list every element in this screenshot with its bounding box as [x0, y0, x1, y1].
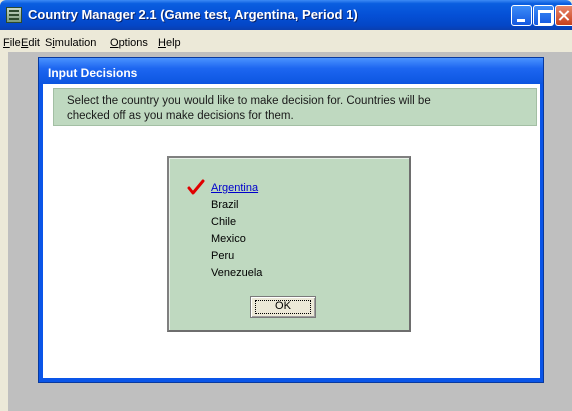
country-item-venezuela[interactable]: Venezuela — [211, 267, 262, 279]
window-title: Country Manager 2.1 (Game test, Argentin… — [28, 7, 358, 22]
input-decisions-dialog: Input Decisions Select the country you w… — [38, 57, 544, 383]
menu-options[interactable]: Options — [110, 37, 148, 49]
menu-bar: File Edit Simulation Options Help — [0, 30, 572, 52]
dialog-title-bar[interactable]: Input Decisions — [39, 58, 543, 84]
ok-button-label: OK — [275, 300, 291, 312]
title-bar[interactable]: Country Manager 2.1 (Game test, Argentin… — [0, 0, 572, 30]
country-item-peru[interactable]: Peru — [211, 250, 234, 262]
instructions-text: Select the country you would like to mak… — [67, 94, 527, 124]
instructions-line-2: checked off as you make decisions for th… — [67, 110, 294, 122]
checkmark-icon — [187, 179, 205, 195]
country-item-mexico[interactable]: Mexico — [211, 233, 246, 245]
instructions-line-1: Select the country you would like to mak… — [67, 95, 431, 107]
dialog-body: Select the country you would like to mak… — [43, 84, 540, 378]
minimize-button[interactable] — [511, 5, 532, 26]
close-button[interactable] — [555, 5, 572, 26]
instructions-box: Select the country you would like to mak… — [53, 88, 537, 126]
country-list-panel: Argentina Brazil Chile Mexico Peru Venez… — [167, 156, 411, 332]
dialog-title: Input Decisions — [48, 66, 138, 80]
menu-file[interactable]: File — [3, 37, 21, 49]
menu-edit[interactable]: Edit — [21, 37, 40, 49]
maximize-button[interactable] — [533, 5, 554, 26]
country-item-chile[interactable]: Chile — [211, 216, 236, 228]
app-window: Country Manager 2.1 (Game test, Argentin… — [0, 0, 572, 411]
app-icon[interactable] — [6, 7, 22, 23]
country-item-argentina[interactable]: Argentina — [211, 182, 258, 194]
ok-button[interactable]: OK — [250, 296, 316, 318]
menu-help[interactable]: Help — [158, 37, 181, 49]
country-item-brazil[interactable]: Brazil — [211, 199, 239, 211]
menu-simulation[interactable]: Simulation — [45, 37, 96, 49]
